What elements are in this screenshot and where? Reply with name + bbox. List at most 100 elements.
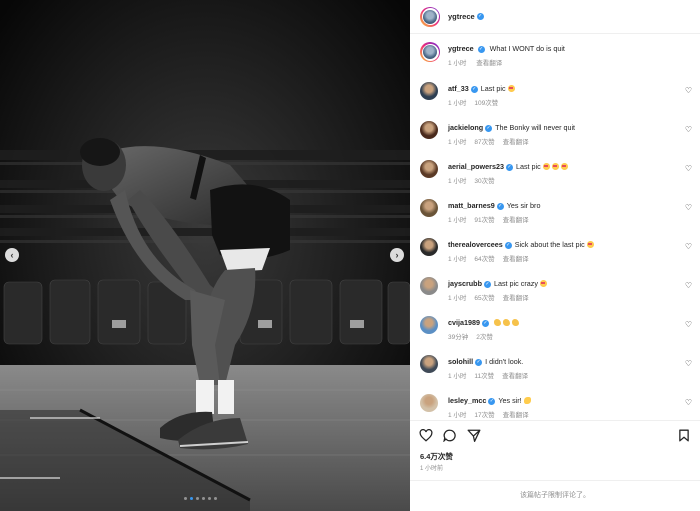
comment-row: matt_barnes9 ✓ Yes sir bro 1 小时 91次赞 查看翻译 ♡ [410, 197, 700, 236]
comment-like-count[interactable]: 87次赞 [474, 139, 494, 146]
caption: ygtrece ✓ What I WONT do is quit 1 小时 查看… [410, 38, 700, 74]
commenter-avatar[interactable] [420, 355, 438, 373]
comment-row: solohill ✓ I didn't look. 1 小时 11次赞 查看翻译 ♡ [410, 353, 700, 392]
comment-text: The Bonky will never quit [495, 123, 576, 132]
comment-like-heart-icon[interactable]: ♡ [685, 359, 692, 368]
comment-like-count[interactable]: 64次赞 [474, 256, 494, 263]
comment-time: 1 小时 [448, 256, 467, 263]
caption-translate-link[interactable]: 查看翻译 [476, 60, 502, 67]
carousel-indicator [184, 497, 217, 500]
post-photo[interactable]: ‹ › [0, 0, 410, 511]
comment-like-heart-icon[interactable]: ♡ [685, 242, 692, 251]
commenter-avatar[interactable] [420, 121, 438, 139]
commenter-username[interactable]: cvija1989 [448, 318, 480, 327]
verified-badge-icon: ✓ [477, 45, 485, 53]
comment-translate-link[interactable]: 查看翻译 [503, 256, 529, 263]
commenter-avatar[interactable] [420, 316, 438, 334]
commenter-username[interactable]: lesley_mcc [448, 396, 486, 405]
caption-author-avatar[interactable] [420, 42, 440, 62]
previous-photo-button[interactable]: ‹ [5, 248, 19, 262]
commenter-avatar[interactable] [420, 394, 438, 412]
heart-eyes-emoji-icon [586, 241, 594, 248]
carousel-dot-active [190, 497, 193, 500]
commenter-username[interactable]: jayscrubb [448, 279, 482, 288]
verified-badge-icon: ✓ [496, 202, 504, 210]
post-sidebar: ygtrece ✓ ygtrece ✓ What I WONT do is qu… [410, 0, 700, 511]
comment-like-heart-icon[interactable]: ♡ [685, 164, 692, 173]
author-username[interactable]: ygtrece [448, 12, 475, 21]
chevron-right-icon: › [395, 249, 399, 260]
clap-emoji-icon [523, 397, 531, 404]
comment-like-heart-icon[interactable]: ♡ [685, 398, 692, 407]
comments-limited-notice: 该篇帖子限制评论了。 [410, 480, 700, 511]
commenter-username[interactable]: atf_33 [448, 84, 469, 93]
verified-badge-icon: ✓ [505, 163, 513, 171]
verified-badge-icon: ✓ [475, 358, 483, 366]
comment-like-heart-icon[interactable]: ♡ [685, 320, 692, 329]
heart-eyes-emoji-icon [551, 163, 559, 170]
comment-like-count[interactable]: 2次赞 [476, 334, 493, 341]
post-image [0, 0, 410, 511]
comment-translate-link[interactable]: 查看翻译 [503, 139, 529, 146]
comment-row: aerial_powers23 ✓ Last pic 1 小时 30次赞 ♡ [410, 158, 700, 197]
comment-time: 1 小时 [448, 217, 467, 224]
verified-badge-icon: ✓ [504, 241, 512, 249]
commenter-avatar[interactable] [420, 238, 438, 256]
comment-translate-link[interactable]: 查看翻译 [503, 295, 529, 302]
comment-like-heart-icon[interactable]: ♡ [685, 281, 692, 290]
carousel-dot [202, 497, 205, 500]
action-bar [410, 420, 700, 450]
next-photo-button[interactable]: › [390, 248, 404, 262]
heart-eyes-emoji-icon [539, 280, 547, 287]
commenter-avatar[interactable] [420, 277, 438, 295]
author-avatar[interactable] [420, 6, 440, 27]
commenter-username[interactable]: aerial_powers23 [448, 162, 504, 171]
comment-translate-link[interactable]: 查看翻译 [503, 217, 529, 224]
verified-badge-icon: ✓ [476, 13, 484, 20]
carousel-dot [196, 497, 199, 500]
comment-row: jayscrubb ✓ Last pic crazy 1 小时 65次赞 查看翻译 ♡ [410, 275, 700, 314]
caption-username[interactable]: ygtrece [448, 44, 474, 53]
comment-like-count[interactable]: 109次赞 [474, 100, 498, 107]
comment-time: 1 小时 [448, 295, 467, 302]
comment-translate-link[interactable]: 查看翻译 [502, 373, 528, 380]
comment-like-count[interactable]: 17次赞 [474, 412, 494, 419]
carousel-dot [184, 497, 187, 500]
caption-text: What I WONT do is quit [489, 44, 565, 53]
comment-like-heart-icon[interactable]: ♡ [685, 86, 692, 95]
commenter-username[interactable]: jackielong [448, 123, 483, 132]
like-count[interactable]: 6.4万次赞 [420, 451, 453, 462]
comment-row: atf_33 ✓ Last pic 1 小时 109次赞 ♡ [410, 80, 700, 119]
carousel-dot [208, 497, 211, 500]
comment-time: 1 小时 [448, 139, 467, 146]
comment-like-count[interactable]: 30次赞 [474, 178, 494, 185]
comment-text: Yes sir bro [506, 201, 541, 210]
post-timestamp: 1 小时前 [420, 466, 444, 472]
comment-time: 1 小时 [448, 412, 467, 419]
comment-translate-link[interactable]: 查看翻译 [503, 412, 529, 419]
comment-like-count[interactable]: 65次赞 [474, 295, 494, 302]
comment-like-heart-icon[interactable]: ♡ [685, 125, 692, 134]
commenter-avatar[interactable] [420, 160, 438, 178]
comment-text: Last pic crazy [493, 279, 538, 288]
verified-badge-icon: ✓ [483, 280, 491, 288]
comment-text: Last pic [515, 162, 541, 171]
heart-outline-icon[interactable] [419, 429, 433, 442]
comment-bubble-icon[interactable] [443, 429, 457, 442]
commenter-username[interactable]: matt_barnes9 [448, 201, 495, 210]
comment-like-count[interactable]: 11次赞 [474, 373, 494, 380]
comment-like-count[interactable]: 91次赞 [474, 217, 494, 224]
flex-emoji-icon [493, 319, 501, 326]
chevron-left-icon: ‹ [10, 249, 14, 260]
comment-time: 1 小时 [448, 373, 467, 380]
commenter-avatar[interactable] [420, 82, 438, 100]
comment-like-heart-icon[interactable]: ♡ [685, 203, 692, 212]
paper-plane-icon[interactable] [467, 429, 481, 442]
commenter-avatar[interactable] [420, 199, 438, 217]
heart-eyes-emoji-icon [507, 85, 515, 92]
bookmark-icon[interactable] [678, 429, 690, 442]
commenter-username[interactable]: therealovercees [448, 240, 503, 249]
verified-badge-icon: ✓ [470, 85, 478, 93]
comment-row: therealovercees ✓ Sick about the last pic 1… [410, 236, 700, 275]
commenter-username[interactable]: solohill [448, 357, 473, 366]
